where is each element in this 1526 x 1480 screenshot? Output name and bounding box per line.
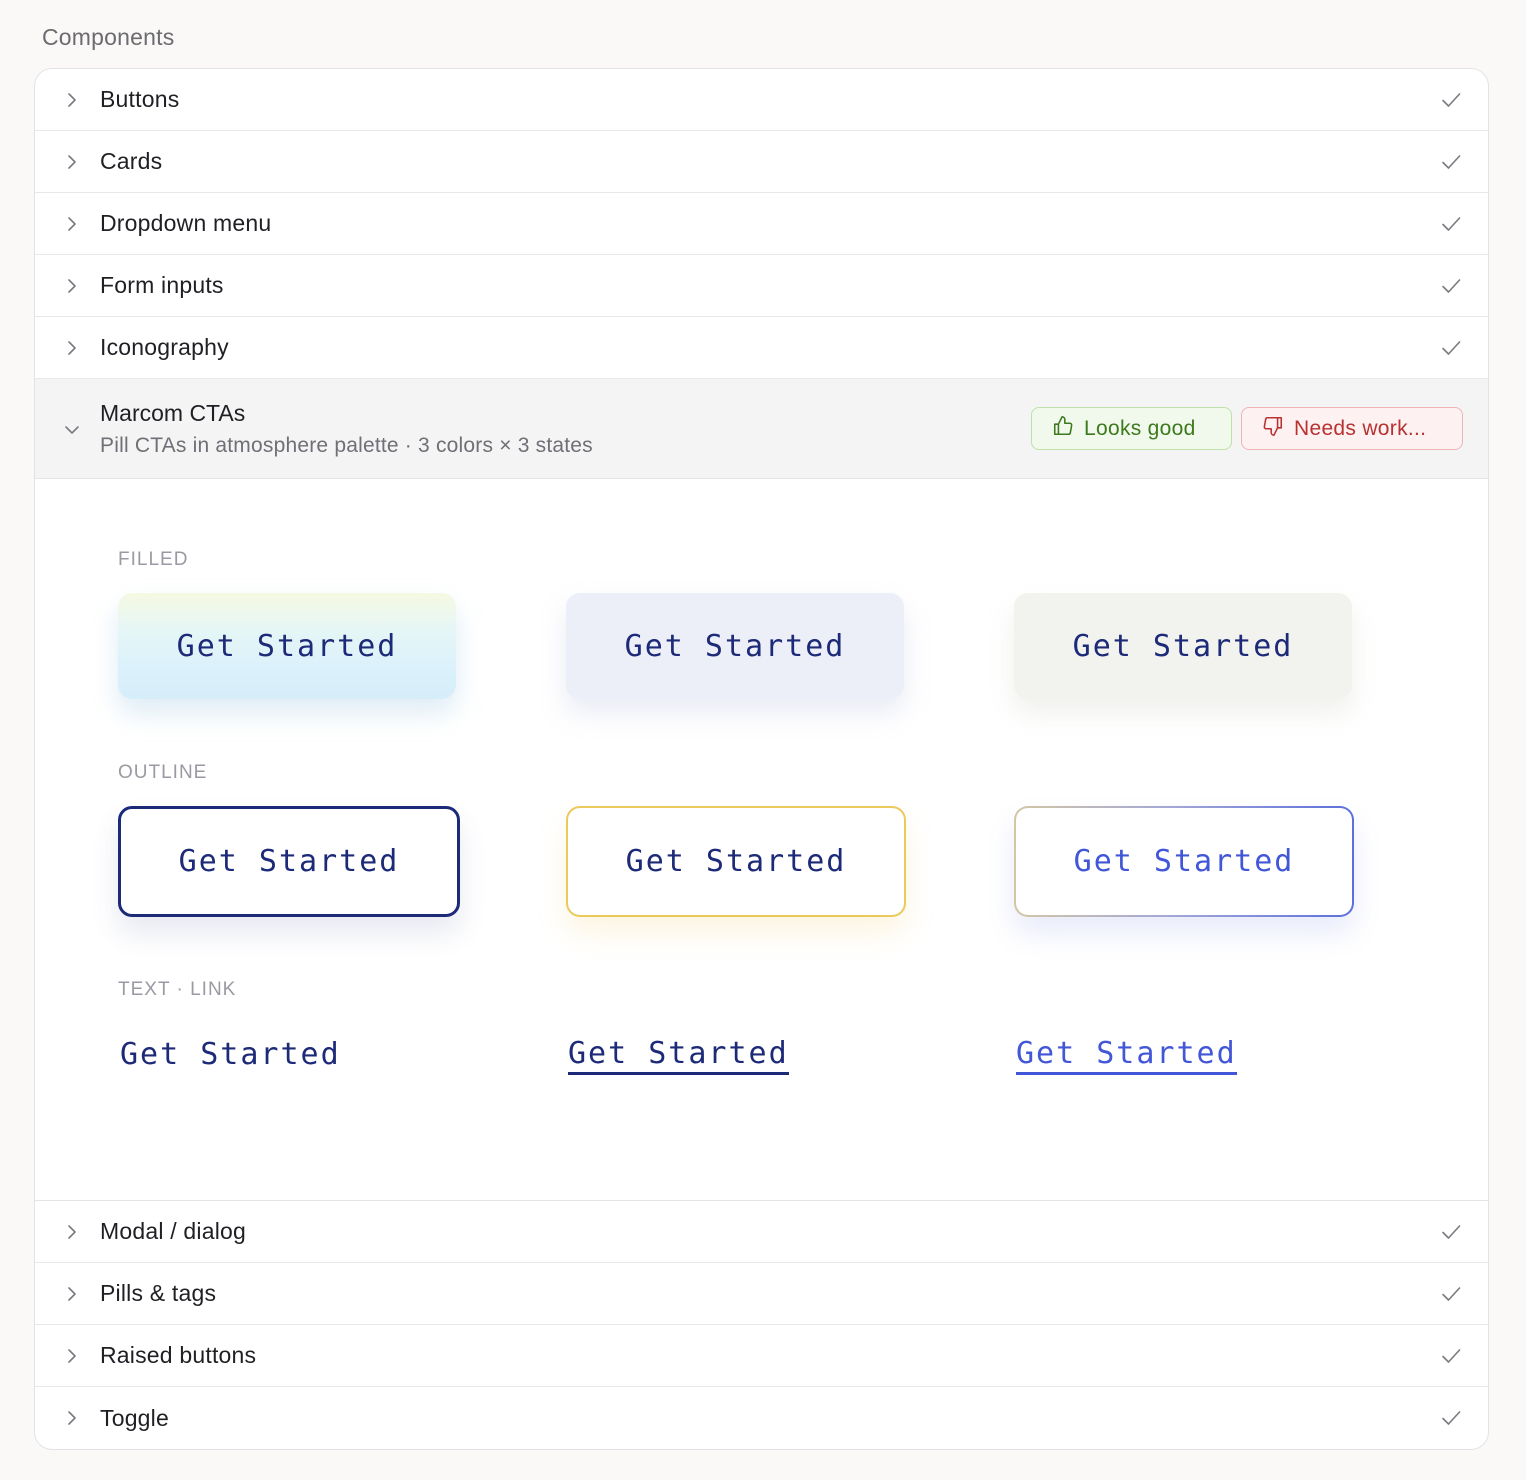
accordion-item-label: Toggle <box>100 1404 169 1431</box>
chevron-right-icon <box>65 1286 79 1301</box>
looks-good-button[interactable]: Looks good <box>1031 407 1232 450</box>
accordion-item-label: Form inputs <box>100 272 224 298</box>
chevron-right-icon <box>65 340 79 355</box>
cta-outline-gold[interactable]: Get Started <box>566 806 906 917</box>
cta-filled-atmosphere[interactable]: Get Started <box>118 593 456 699</box>
accordion-item-label: Modal / dialog <box>100 1218 246 1244</box>
check-icon <box>1440 1283 1462 1305</box>
chevron-right-icon <box>65 1411 79 1425</box>
accordion-item-label: Cards <box>100 148 163 174</box>
accordion-item-cards[interactable]: Cards <box>35 131 1488 193</box>
accordion-item-buttons[interactable]: Buttons <box>35 69 1488 131</box>
group-label-text-link: TEXT · LINK <box>118 979 237 1000</box>
accordion-item-label: Pills & tags <box>100 1280 217 1306</box>
needs-work-button[interactable]: Needs work... <box>1241 407 1463 450</box>
accordion-item-raised-buttons[interactable]: Raised buttons <box>35 1325 1488 1387</box>
check-icon <box>1440 1221 1462 1243</box>
group-label-filled: FILLED <box>118 549 189 570</box>
check-icon <box>1440 213 1462 235</box>
cta-preview-area: FILLED Get Started Get Started Get Start… <box>35 479 1488 1201</box>
components-accordion: Buttons Cards Dropdown menu Form inputs … <box>34 68 1489 1450</box>
cta-link-label: Get Started <box>568 1036 789 1075</box>
group-label-outline: OUTLINE <box>118 762 208 783</box>
cta-outline-gradient[interactable]: Get Started <box>1014 806 1354 917</box>
cta-text-label: Get Started <box>120 1037 341 1072</box>
expanded-item-subtitle: Pill CTAs in atmosphere palette · 3 colo… <box>100 434 593 457</box>
chevron-right-icon <box>65 92 79 107</box>
cta-link-blue[interactable]: Get Started <box>1016 1027 1237 1083</box>
expanded-item-title: Marcom CTAs <box>100 400 246 426</box>
cta-filled-periwinkle[interactable]: Get Started <box>566 593 904 699</box>
chevron-right-icon <box>65 278 79 293</box>
chevron-right-icon <box>65 1224 79 1239</box>
section-title: Components <box>42 24 175 50</box>
accordion-item-dropdown-menu[interactable]: Dropdown menu <box>35 193 1488 255</box>
accordion-item-label: Buttons <box>100 86 180 112</box>
chevron-right-icon <box>65 216 79 231</box>
cta-filled-stone[interactable]: Get Started <box>1014 593 1352 699</box>
cta-link-navy[interactable]: Get Started <box>568 1027 789 1083</box>
check-icon <box>1440 337 1462 359</box>
cta-outline-navy[interactable]: Get Started <box>118 806 460 917</box>
accordion-item-toggle[interactable]: Toggle <box>35 1387 1488 1449</box>
check-icon <box>1440 1345 1462 1367</box>
accordion-item-label: Dropdown menu <box>100 210 272 236</box>
check-icon <box>1440 1407 1462 1429</box>
accordion-item-iconography[interactable]: Iconography <box>35 317 1488 379</box>
chevron-down-icon <box>64 422 80 438</box>
accordion-item-pills-tags[interactable]: Pills & tags <box>35 1263 1488 1325</box>
chevron-right-icon <box>65 1348 79 1363</box>
accordion-item-label: Iconography <box>100 334 229 360</box>
accordion-item-modal-dialog[interactable]: Modal / dialog <box>35 1201 1488 1263</box>
cta-text-plain[interactable]: Get Started <box>120 1027 341 1083</box>
looks-good-label: Looks good <box>1084 416 1196 440</box>
chevron-right-icon <box>65 154 79 169</box>
cta-link-label: Get Started <box>1016 1036 1237 1075</box>
accordion-item-form-inputs[interactable]: Form inputs <box>35 255 1488 317</box>
check-icon <box>1440 151 1462 173</box>
thumbs-down-icon <box>1262 415 1284 443</box>
thumbs-up-icon <box>1052 415 1074 443</box>
accordion-item-label: Raised buttons <box>100 1342 257 1368</box>
check-icon <box>1440 89 1462 111</box>
accordion-item-marcom-ctas[interactable]: Marcom CTAs Pill CTAs in atmosphere pale… <box>35 379 1488 479</box>
needs-work-label: Needs work... <box>1294 416 1427 440</box>
check-icon <box>1440 275 1462 297</box>
